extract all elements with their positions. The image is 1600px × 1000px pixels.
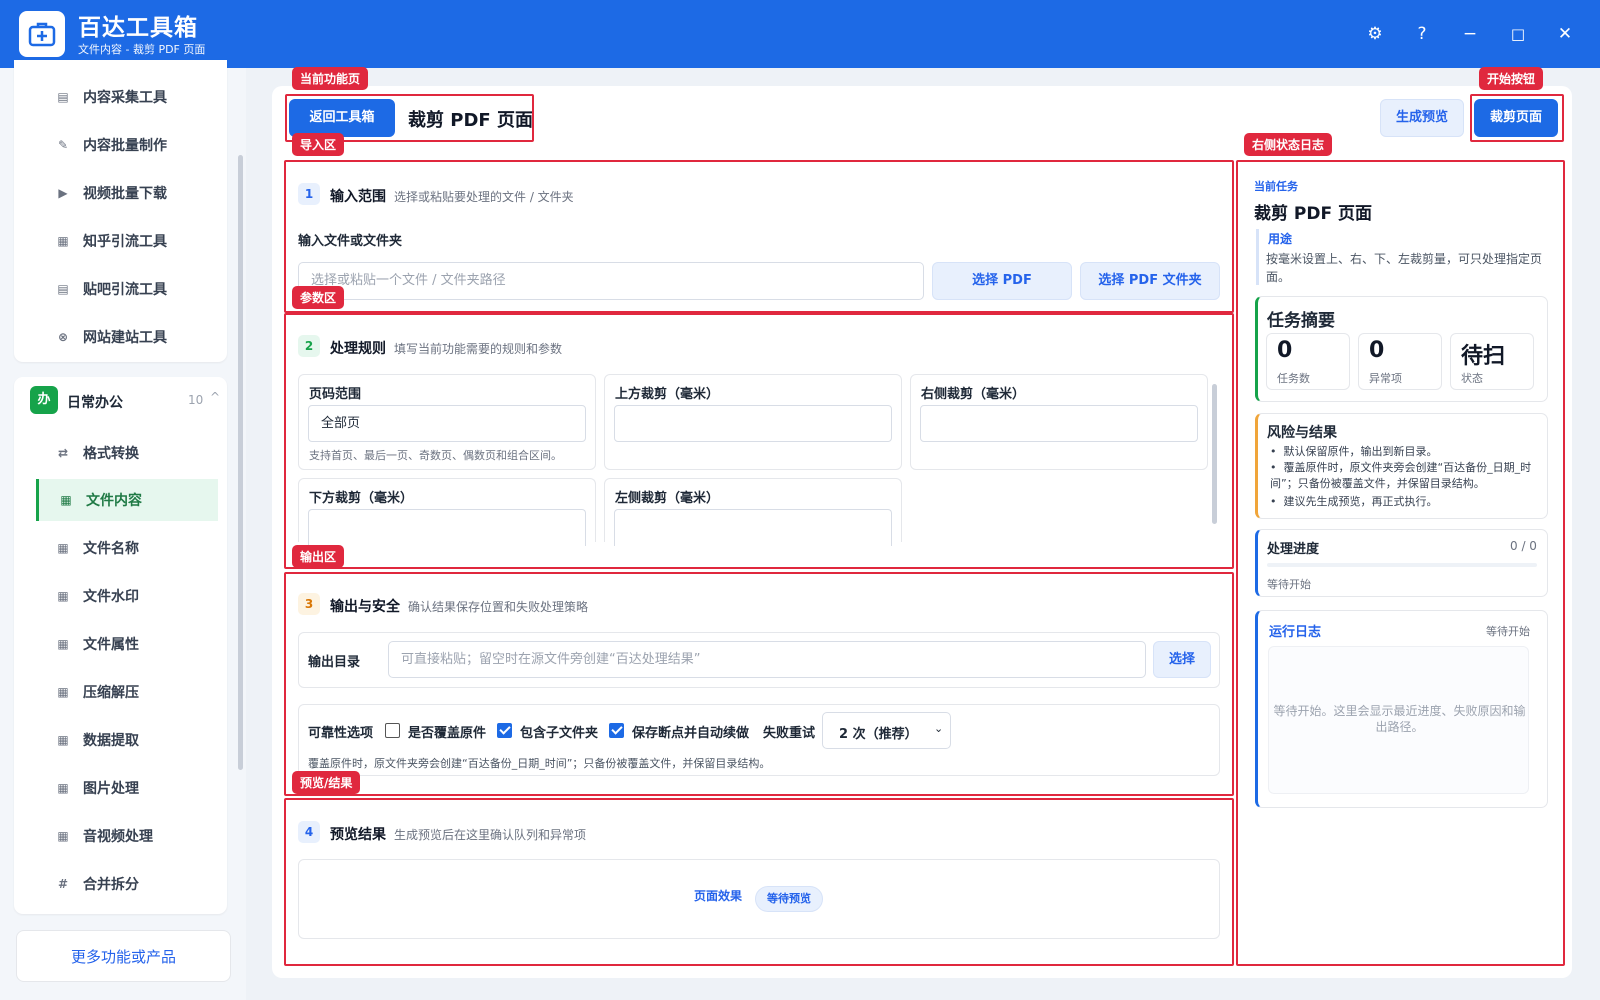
grid-icon: ▦ [57,589,69,603]
sidebar-item-file-content[interactable]: ▦ 文件内容 [36,479,218,521]
sidebar-item-content-batch[interactable]: ✎ 内容批量制作 [36,124,218,166]
maximize-icon[interactable]: □ [1506,22,1530,46]
grid-icon: ▦ [57,829,69,843]
annotation-box-output [284,572,1234,796]
annotation-tag-output: 输出区 [292,545,345,568]
zhihu-icon: ▦ [57,234,69,248]
chevron-up-icon[interactable]: ^ [210,390,220,404]
minimize-icon[interactable]: − [1458,22,1482,46]
annotation-box-start-button [1470,94,1564,142]
help-icon[interactable]: ? [1410,22,1434,46]
annotation-box-preview [284,798,1234,966]
toolbox-icon [28,22,56,47]
app-title: 百达工具箱 [78,15,198,41]
annotation-tag-preview: 预览/结果 [292,771,361,794]
grid-icon: ▦ [57,733,69,747]
sidebar-group-office[interactable]: 办 日常办公 10 ^ [30,386,230,418]
annotation-tag-params: 参数区 [292,286,345,309]
annotation-tag-current-page: 当前功能页 [292,67,369,90]
sidebar-item-attributes[interactable]: ▦ 文件属性 [36,623,218,665]
sidebar-item-format[interactable]: ⇄ 格式转换 [36,432,218,474]
annotation-box-right-log [1236,160,1565,966]
sidebar-scrollbar-thumb[interactable] [238,155,243,770]
more-products-button[interactable]: 更多功能或产品 [16,930,231,982]
sidebar-item-image[interactable]: ▦ 图片处理 [36,767,218,809]
clipboard-icon: ▤ [57,90,69,104]
group-title: 日常办公 [67,395,123,411]
close-icon[interactable]: ✕ [1553,22,1577,46]
annotation-tag-import: 导入区 [292,133,345,156]
sidebar-item-compress[interactable]: ▦ 压缩解压 [36,671,218,713]
globe-icon: ⊗ [57,330,69,344]
sidebar-item-file-name[interactable]: ▦ 文件名称 [36,527,218,569]
grid-icon: ▦ [57,685,69,699]
sidebar-item-av[interactable]: ▦ 音视频处理 [36,815,218,857]
grid-icon: ▦ [60,493,72,507]
grid-icon: ▦ [57,781,69,795]
group-badge: 办 [30,386,58,414]
tieba-icon: ▤ [57,282,69,296]
pencil-icon: ✎ [57,138,69,152]
annotation-tag-right-log: 右侧状态日志 [1244,133,1333,156]
app-subtitle: 文件内容 - 裁剪 PDF 页面 [78,43,206,56]
sidebar-item-website[interactable]: ⊗ 网站建站工具 [36,316,218,358]
swap-icon: ⇄ [57,446,69,460]
settings-icon[interactable]: ⚙ [1363,22,1387,46]
hash-icon: # [57,877,69,891]
grid-icon: ▦ [57,541,69,555]
sidebar-item-tieba[interactable]: ▤ 贴吧引流工具 [36,268,218,310]
sidebar-item-merge[interactable]: # 合并拆分 [36,863,218,905]
title-bar: 百达工具箱 文件内容 - 裁剪 PDF 页面 ⚙ ? − □ ✕ [0,0,1600,68]
sidebar-item-zhihu[interactable]: ▦ 知乎引流工具 [36,220,218,262]
video-icon: ▶ [58,186,68,200]
sidebar-item-content-collect[interactable]: ▤ 内容采集工具 [36,76,218,118]
grid-icon: ▦ [57,637,69,651]
sidebar-item-watermark[interactable]: ▦ 文件水印 [36,575,218,617]
group-count: 10 [188,393,204,407]
generate-preview-button[interactable]: 生成预览 [1380,99,1464,137]
annotation-box-params [284,313,1234,569]
sidebar-item-extract[interactable]: ▦ 数据提取 [36,719,218,761]
annotation-tag-start-button: 开始按钮 [1479,67,1544,90]
annotation-box-import [284,160,1234,313]
sidebar-item-video-download[interactable]: ▶ 视频批量下载 [36,172,218,214]
app-logo [19,11,65,57]
